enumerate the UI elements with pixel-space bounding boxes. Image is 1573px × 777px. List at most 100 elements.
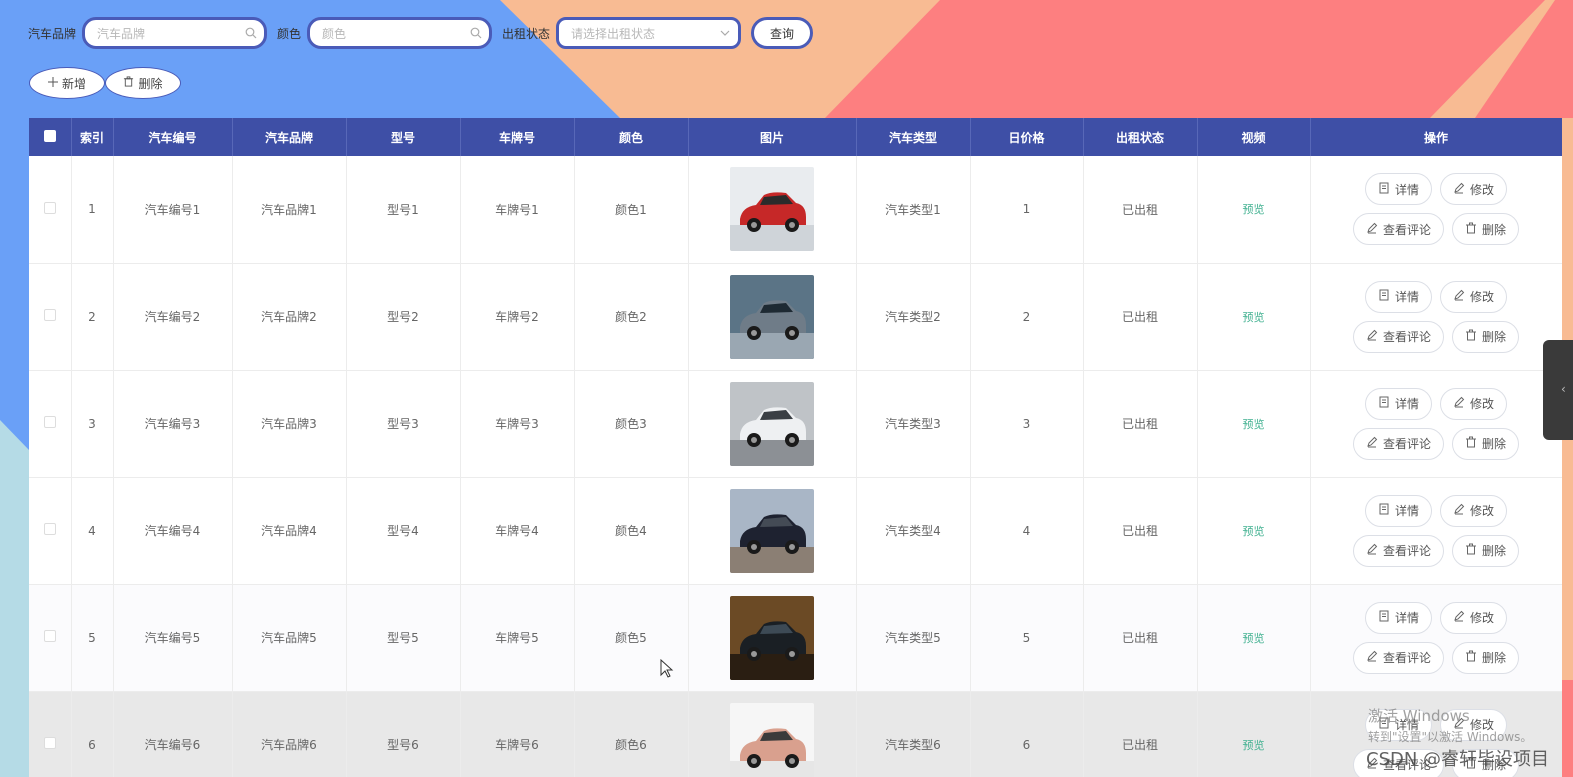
brand-search-input[interactable]: 汽车品牌 [82, 17, 268, 49]
edit-button-label: 修改 [1470, 504, 1495, 518]
row-checkbox[interactable] [43, 523, 56, 535]
row-delete-button[interactable]: 删除 [1452, 320, 1520, 353]
view-comments-button[interactable]: 查看评论 [1352, 641, 1444, 674]
edit-button-label: 修改 [1470, 718, 1495, 732]
row-checkbox[interactable] [43, 416, 56, 428]
car-brand-cell: 汽车品牌1 [232, 156, 347, 264]
model-cell: 型号5 [346, 584, 461, 692]
car-image[interactable] [689, 702, 856, 777]
detail-button[interactable]: 详情 [1364, 387, 1432, 420]
video-preview-link[interactable]: 预览 [1243, 203, 1265, 216]
brand-search-placeholder: 汽车品牌 [97, 26, 146, 41]
row-delete-label: 删除 [1482, 330, 1507, 344]
search-icon [242, 27, 260, 39]
pencil-icon [1453, 610, 1465, 625]
add-button[interactable]: 新增 [29, 67, 105, 99]
daily-price-cell: 5 [970, 584, 1084, 692]
row-select-cell[interactable] [29, 156, 72, 264]
row-delete-button[interactable]: 删除 [1452, 748, 1520, 777]
edit-button[interactable]: 修改 [1440, 173, 1508, 206]
row-delete-button[interactable]: 删除 [1452, 213, 1520, 246]
model-cell: 型号4 [346, 477, 461, 585]
pencil-icon [1366, 222, 1378, 237]
row-checkbox[interactable] [43, 737, 56, 749]
detail-button[interactable]: 详情 [1364, 601, 1432, 634]
color-filter-label: 颜色 [277, 26, 302, 41]
color-search-input[interactable]: 颜色 [307, 17, 493, 49]
edit-button[interactable]: 修改 [1440, 494, 1508, 527]
model-cell: 型号6 [346, 691, 461, 777]
row-select-cell[interactable] [29, 263, 72, 371]
car-image-cell [688, 370, 857, 478]
car-image[interactable] [689, 167, 856, 252]
row-select-cell[interactable] [29, 584, 72, 692]
video-preview-link[interactable]: 预览 [1243, 739, 1265, 752]
color-cell: 颜色4 [574, 477, 689, 585]
header-select-all[interactable] [29, 118, 72, 156]
car-code-cell: 汽车编号4 [113, 477, 233, 585]
video-preview-link[interactable]: 预览 [1243, 311, 1265, 324]
row-delete-button[interactable]: 删除 [1452, 534, 1520, 567]
daily-price-cell: 2 [970, 263, 1084, 371]
edit-button[interactable]: 修改 [1440, 708, 1508, 741]
detail-button-label: 详情 [1394, 290, 1419, 304]
status-select-placeholder: 请选择出租状态 [571, 26, 656, 41]
edit-button[interactable]: 修改 [1440, 280, 1508, 313]
brand-filter-label: 汽车品牌 [28, 26, 77, 41]
row-checkbox[interactable] [43, 309, 56, 321]
car-image[interactable] [689, 595, 856, 680]
pencil-icon [1453, 396, 1465, 411]
view-comments-button[interactable]: 查看评论 [1352, 320, 1444, 353]
view-comments-label: 查看评论 [1382, 544, 1431, 558]
edit-button[interactable]: 修改 [1440, 601, 1508, 634]
detail-button[interactable]: 详情 [1364, 173, 1432, 206]
detail-button-label: 详情 [1394, 718, 1419, 732]
car-image-cell [688, 156, 857, 264]
edit-button[interactable]: 修改 [1440, 387, 1508, 420]
query-button[interactable]: 查询 [751, 17, 814, 49]
table-row: 6 汽车编号6 汽车品牌6 型号6 车牌号6 颜色6 汽车类型6 6 已出租 预览 详情 修改 查看评论… [29, 691, 1562, 777]
index-cell: 2 [71, 263, 114, 371]
operations-cell: 详情 修改查看评论 删除 [1310, 691, 1562, 777]
car-image[interactable] [689, 274, 856, 359]
video-preview-link[interactable]: 预览 [1243, 632, 1265, 645]
row-delete-button[interactable]: 删除 [1452, 427, 1520, 460]
pencil-icon [1453, 289, 1465, 304]
view-comments-button[interactable]: 查看评论 [1352, 748, 1444, 777]
detail-button[interactable]: 详情 [1364, 494, 1432, 527]
car-image[interactable] [689, 488, 856, 573]
view-comments-button[interactable]: 查看评论 [1352, 427, 1444, 460]
daily-price-cell: 1 [970, 156, 1084, 264]
mouse-cursor-icon [660, 658, 674, 682]
row-checkbox[interactable] [43, 630, 56, 642]
daily-price-cell: 4 [970, 477, 1084, 585]
rental-status-cell: 已出租 [1083, 691, 1198, 777]
search-icon [467, 27, 485, 39]
plate-cell: 车牌号4 [460, 477, 575, 585]
detail-button[interactable]: 详情 [1364, 280, 1432, 313]
car-code-cell: 汽车编号2 [113, 263, 233, 371]
select-all-checkbox[interactable] [43, 129, 56, 142]
row-select-cell[interactable] [29, 477, 72, 585]
row-delete-button[interactable]: 删除 [1452, 641, 1520, 674]
view-comments-button[interactable]: 查看评论 [1352, 534, 1444, 567]
edit-button-label: 修改 [1470, 611, 1495, 625]
color-cell: 颜色2 [574, 263, 689, 371]
car-image[interactable] [689, 381, 856, 466]
batch-delete-button[interactable]: 删除 [105, 67, 181, 99]
status-select[interactable]: 请选择出租状态 [556, 17, 742, 49]
row-checkbox[interactable] [43, 201, 56, 214]
video-preview-link[interactable]: 预览 [1243, 525, 1265, 538]
row-delete-label: 删除 [1482, 758, 1507, 772]
header-cell: 车牌号 [460, 118, 575, 156]
detail-button[interactable]: 详情 [1364, 708, 1432, 741]
row-select-cell[interactable] [29, 691, 72, 777]
pencil-icon [1366, 329, 1378, 344]
video-preview-link[interactable]: 预览 [1243, 418, 1265, 431]
status-filter-label: 出租状态 [502, 26, 551, 41]
color-cell: 颜色1 [574, 156, 689, 264]
side-drawer-toggle[interactable]: ‹ [1543, 340, 1573, 440]
row-select-cell[interactable] [29, 370, 72, 478]
view-comments-button[interactable]: 查看评论 [1352, 213, 1444, 246]
trash-icon [1465, 757, 1477, 772]
